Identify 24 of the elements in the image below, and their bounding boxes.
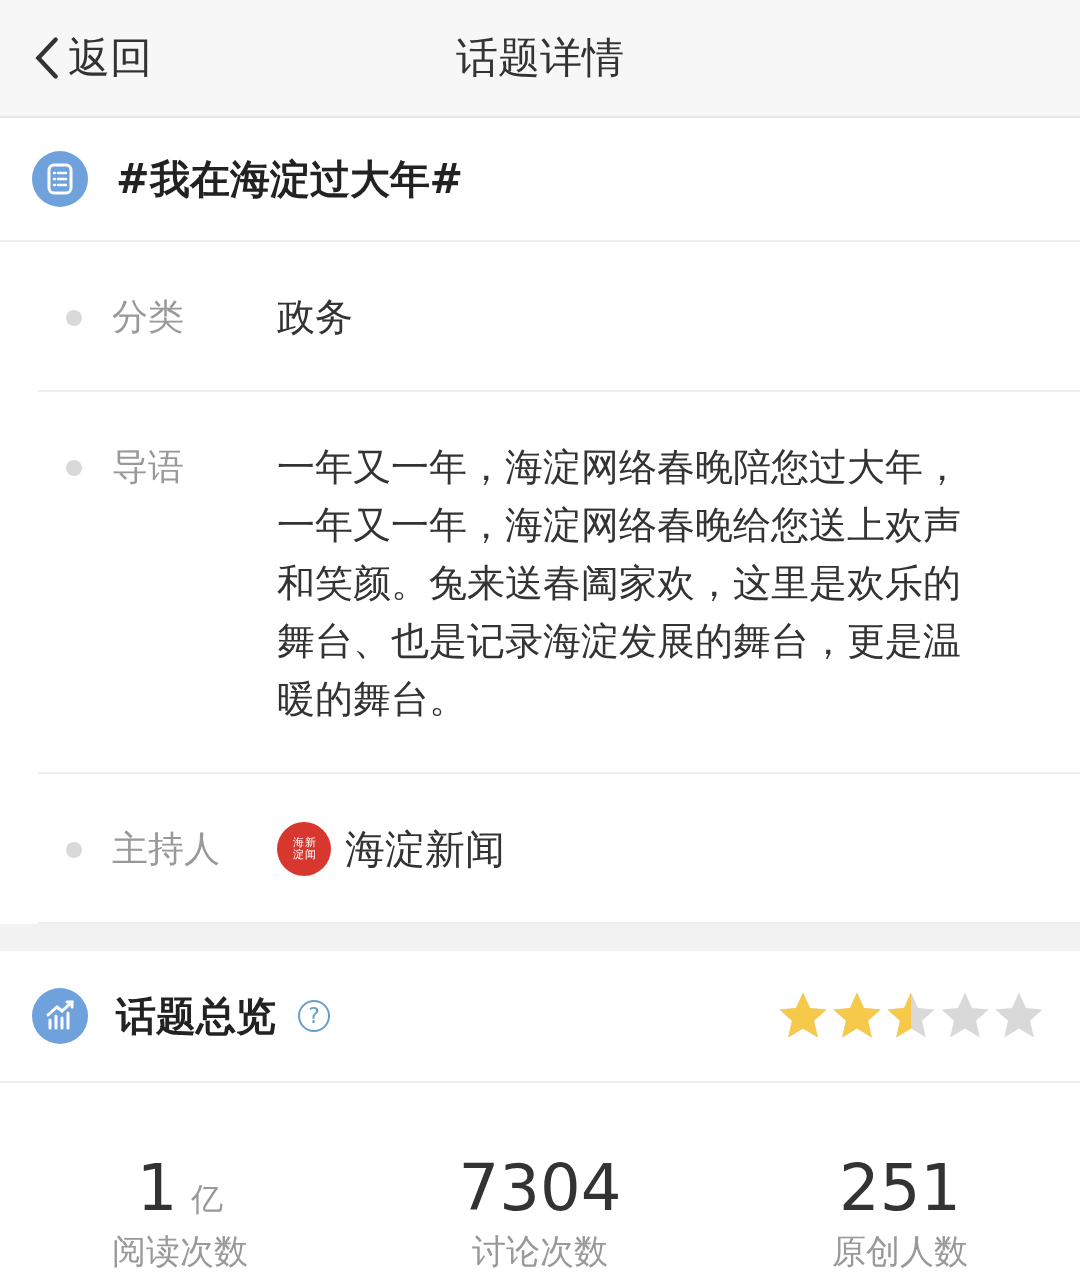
bullet-dot [66,842,82,858]
stat-label: 原创人数 [832,1230,968,1273]
field-value: 一年又一年，海淀网络春晚陪您过大年，一年又一年，海淀网络春晚给您送上欢声和笑颜。兔来送春阖家欢，这里是欢乐的舞台、也是记录海淀发展的舞台，更是温暖的舞台。 [277,444,962,723]
page-title: 话题详情 [456,32,624,84]
bullet-dot [66,310,82,326]
topic-title: #我在海淀过大年# [116,154,464,204]
back-icon [34,36,60,80]
section-title: 话题总览 [116,991,276,1041]
stat-label: 阅读次数 [112,1230,248,1273]
field-value: 政务 [277,294,354,341]
stat-label: 讨论次数 [472,1230,608,1273]
field-label: 主持人 [112,827,221,871]
chart-icon [32,988,88,1044]
list-icon [32,151,88,207]
field-label: 导语 [112,445,185,489]
bullet-dot [66,460,82,476]
stat-number: 7304 [458,1151,622,1225]
stat-unit: 亿 [191,1179,224,1220]
stat-number: 1 [136,1151,178,1225]
seal-logo: 海淀 新闻 [277,822,331,876]
field-label: 分类 [112,295,185,339]
back-button[interactable]: 返回 [34,30,152,86]
stat-number: 251 [838,1151,962,1225]
host-name[interactable]: 海淀新闻 [345,820,505,878]
